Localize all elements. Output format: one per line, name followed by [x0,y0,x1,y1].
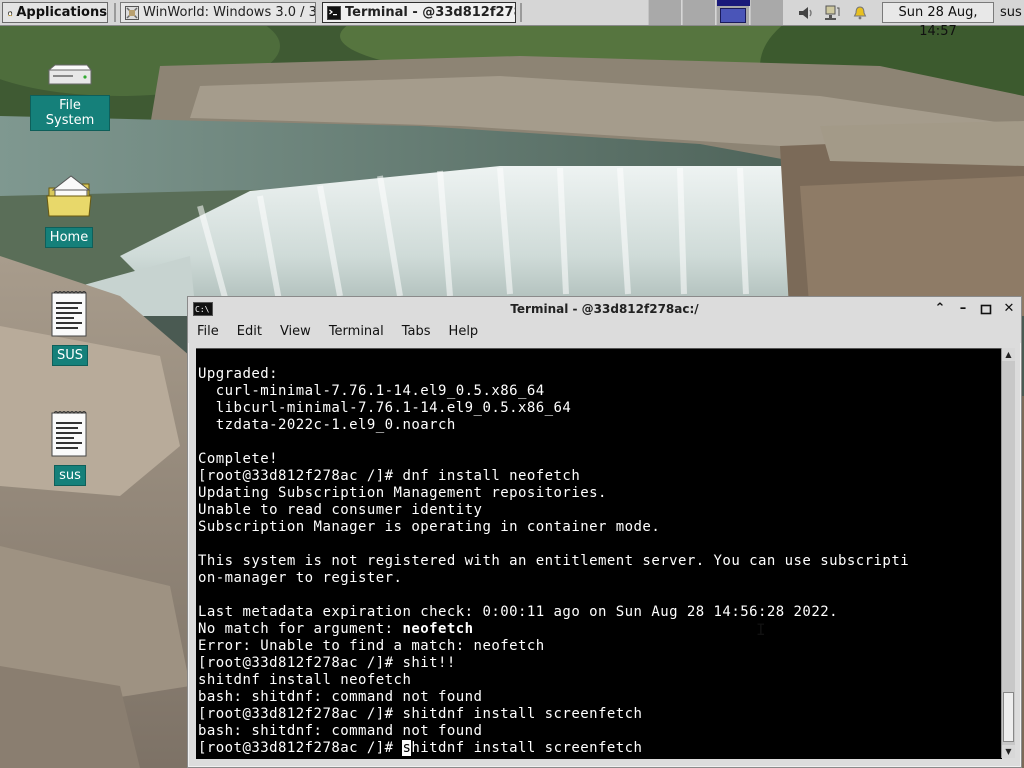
menu-help[interactable]: Help [440,321,488,343]
task-label-winworld: WinWorld: Windows 3.0 / 3.... [143,5,316,20]
terminal-line: bash: shitdnf: command not found [198,689,483,705]
drive-icon [47,64,93,85]
menu-terminal[interactable]: Terminal [320,321,393,343]
terminal-prompt: [root@33d812f278ac /]# [198,740,403,756]
terminal-title: Terminal - @33d812f278ac:/ [510,302,699,316]
notification-bell-icon[interactable] [851,4,869,22]
terminal-line: Complete! [198,451,278,467]
terminal-input: hitdnf install screenfetch [411,740,643,756]
terminal-line: [root@33d812f278ac /]# dnf install neofe… [198,468,581,484]
clock[interactable]: Sun 28 Aug, 14:57 [882,2,994,39]
menu-edit[interactable]: Edit [228,321,271,343]
user-name[interactable]: sus [1000,3,1022,22]
home-folder-icon [46,175,92,217]
task-button-terminal[interactable]: Terminal - @33d812f278... [322,2,516,23]
scroll-down-icon[interactable]: ▼ [1002,745,1015,758]
menu-file[interactable]: File [188,321,228,343]
terminal-line: on-manager to register. [198,570,403,586]
penguin-icon [8,10,13,16]
terminal-line: bash: shitdnf: command not found [198,723,483,739]
terminal-line: shitdnf install neofetch [198,672,412,688]
desktop-icon-label: File System [30,95,110,131]
terminal-line: Unable to read consumer identity [198,502,483,518]
terminal-line: tzdata-2022c-1.el9_0.noarch [198,417,456,433]
task-button-winworld[interactable]: WinWorld: Windows 3.0 / 3.... [120,2,316,23]
desktop-icon-label: Home [44,227,94,248]
panel-separator [114,3,116,22]
terminal-line: No match for argument: [198,621,403,637]
terminal-line: Upgraded: [198,366,278,382]
desktop-icon-SUS[interactable]: SUS [44,290,96,366]
menu-view[interactable]: View [271,321,320,343]
terminal-line: [root@33d812f278ac /]# shit!! [198,655,456,671]
text-file-icon [51,411,87,457]
terminal-line: libcurl-minimal-7.76.1-14.el9_0.5.x86_64 [198,400,572,416]
terminal-icon [327,5,341,20]
text-file-icon [51,291,87,337]
terminal-highlight: neofetch [402,621,474,637]
terminal-line: This system is not registered with an en… [198,553,910,569]
applications-label: Applications [16,5,107,20]
browser-icon [125,5,139,20]
terminal-line: Subscription Manager is operating in con… [198,519,661,535]
terminal-titlebar[interactable]: C:\ Terminal - @33d812f278ac:/ ⌃ – ✕ [188,297,1021,321]
shade-icon[interactable]: ⌃ [932,301,948,317]
menu-tabs[interactable]: Tabs [393,321,440,343]
terminal-scrollbar[interactable]: ▲ ▼ [1001,348,1015,758]
task-label-terminal: Terminal - @33d812f278... [345,5,515,20]
terminal-menubar: File Edit View Terminal Tabs Help [188,321,1021,343]
minimize-icon[interactable]: – [955,301,971,317]
scroll-up-icon[interactable]: ▲ [1002,348,1015,361]
mouse-ibeam-cursor-icon: I [756,620,766,639]
desktop-icon-sus[interactable]: sus [44,410,96,486]
terminal-window: C:\ Terminal - @33d812f278ac:/ ⌃ – ✕ Fil… [187,296,1022,768]
desktop-icon-home[interactable]: Home [38,174,100,248]
close-icon[interactable]: ✕ [1001,301,1017,317]
terminal-line: curl-minimal-7.76.1-14.el9_0.5.x86_64 [198,383,545,399]
terminal-text: Upgraded: curl-minimal-7.76.1-14.el9_0.5… [196,349,1002,757]
terminal-line: Error: Unable to find a match: neofetch [198,638,545,654]
terminal-line: [root@33d812f278ac /]# shitdnf install s… [198,706,643,722]
desktop-icon-label: sus [54,465,86,486]
applications-menu-button[interactable]: Applications [2,2,108,23]
maximize-icon[interactable] [978,301,994,317]
desktop-icon-file-system[interactable]: File System [30,62,110,131]
terminal-line: Last metadata expiration check: 0:00:11 … [198,604,838,620]
top-panel: Applications WinWorld: Windows 3.0 / 3..… [0,0,1024,39]
network-icon[interactable] [823,4,841,22]
desktop-icon-label: SUS [51,345,89,366]
scroll-thumb[interactable] [1003,692,1014,742]
text-cursor: s [402,740,412,756]
terminal-output[interactable]: Upgraded: curl-minimal-7.76.1-14.el9_0.5… [196,348,1002,759]
volume-icon[interactable] [797,4,815,22]
workspace-2[interactable] [682,0,715,25]
workspace-1[interactable] [648,0,681,25]
workspace-3-current[interactable] [716,0,750,25]
workspace-4[interactable] [750,0,783,25]
terminal-line: Updating Subscription Management reposit… [198,485,607,501]
panel-separator [520,3,522,22]
